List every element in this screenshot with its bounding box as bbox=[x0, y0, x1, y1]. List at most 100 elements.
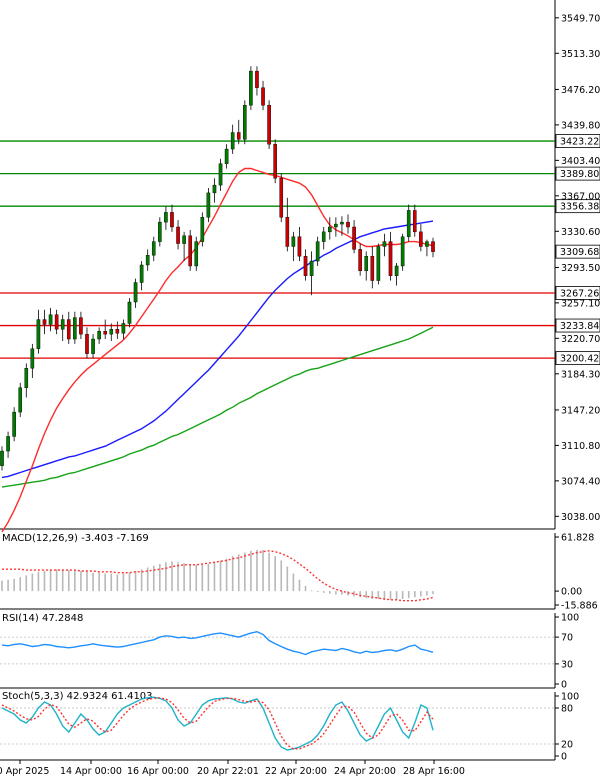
stoch-tick-label: 20 bbox=[561, 740, 573, 751]
price-tick-label: 3549.70 bbox=[561, 13, 600, 24]
chart-canvas: 3549.703513.303476.203439.803403.403367.… bbox=[0, 0, 600, 777]
candle-body bbox=[85, 333, 89, 354]
candle-body bbox=[230, 132, 235, 150]
rsi-tick-label: 30 bbox=[561, 659, 573, 670]
time-tick-label: 14 Apr 00:00 bbox=[60, 766, 122, 776]
candle-body bbox=[249, 70, 253, 106]
candle-body bbox=[188, 235, 192, 267]
candle-body bbox=[400, 236, 405, 267]
candle-body bbox=[91, 338, 95, 354]
candle-body bbox=[200, 217, 205, 242]
candle-body bbox=[303, 256, 308, 276]
candle-body bbox=[103, 331, 107, 335]
candle-body bbox=[236, 132, 241, 140]
price-level-labels: 3423.22 3389.80 3356.38 3267.26 3233.84 3200.… bbox=[555, 134, 600, 366]
candle-body bbox=[127, 301, 132, 324]
candle-body bbox=[412, 210, 417, 233]
rsi-tick-label: 70 bbox=[561, 633, 573, 644]
candle-body bbox=[60, 319, 65, 330]
macd-tick-label: 0.00 bbox=[561, 587, 582, 598]
candle-body bbox=[340, 221, 344, 225]
level-label: 3200.42 bbox=[560, 354, 599, 365]
time-tick-label: 16 Apr 00:00 bbox=[127, 766, 189, 776]
price-tick-label: 3220.70 bbox=[561, 334, 600, 345]
candle-body bbox=[73, 317, 77, 340]
candle-body bbox=[121, 323, 126, 334]
candle-body bbox=[364, 256, 369, 272]
candle-body bbox=[139, 264, 144, 283]
candle-body bbox=[6, 436, 10, 452]
candle-body bbox=[388, 241, 393, 276]
candle-body bbox=[12, 411, 16, 437]
candle-body bbox=[346, 221, 350, 228]
current-price-label: 3309.68 bbox=[560, 247, 599, 258]
candle-body bbox=[66, 319, 71, 340]
candle-body bbox=[309, 260, 314, 276]
candle-body bbox=[151, 241, 156, 256]
candle-body bbox=[48, 314, 53, 325]
candle-body bbox=[273, 143, 277, 179]
price-tick-label: 3293.50 bbox=[561, 263, 600, 274]
candle-body bbox=[431, 241, 435, 252]
macd-tick-label: -15.886 bbox=[561, 601, 598, 612]
candle-body bbox=[321, 231, 326, 242]
candle-body bbox=[182, 235, 186, 244]
candle-body bbox=[145, 255, 150, 266]
price-tick-label: 3184.30 bbox=[561, 369, 600, 380]
candle-body bbox=[376, 246, 381, 281]
candle-body bbox=[358, 249, 362, 272]
candle-body bbox=[315, 241, 320, 262]
price-tick-label: 3257.10 bbox=[561, 298, 600, 309]
macd-tick-label: 61.828 bbox=[561, 533, 594, 544]
chart-root: 3549.70 3513.30 3476.20 3439.80 3403.40 3367.… bbox=[0, 0, 600, 777]
price-tick-label: 3110.80 bbox=[561, 441, 600, 452]
rsi-label: RSI(14) 47.2848 bbox=[2, 613, 83, 624]
level-label: 3356.38 bbox=[560, 202, 599, 213]
level-label: 3423.22 bbox=[560, 137, 599, 148]
time-tick-label: 20 Apr 22:01 bbox=[197, 766, 259, 776]
stoch-tick-label: 80 bbox=[561, 704, 573, 715]
candle-body bbox=[212, 184, 217, 194]
rsi-tick-label: 0 bbox=[561, 680, 567, 691]
candle-body bbox=[425, 241, 429, 247]
stoch-label: Stoch(5,3,3) 42.9324 61.4103 bbox=[2, 691, 153, 702]
candle-body bbox=[164, 212, 168, 223]
time-tick-label: 24 Apr 20:00 bbox=[334, 766, 396, 776]
candle-body bbox=[382, 241, 387, 247]
price-tick-label: 3147.20 bbox=[561, 405, 600, 416]
level-label: 3233.84 bbox=[560, 321, 599, 332]
price-tick-label: 3513.30 bbox=[561, 49, 600, 60]
candle-body bbox=[0, 450, 4, 466]
candle-body bbox=[109, 329, 114, 335]
candle-body bbox=[54, 314, 59, 330]
candle-body bbox=[334, 223, 338, 228]
candle-body bbox=[115, 329, 120, 334]
candle-body bbox=[291, 236, 296, 247]
candle-body bbox=[36, 319, 41, 349]
price-tick-label: 3476.20 bbox=[561, 85, 600, 96]
candle-body bbox=[170, 212, 174, 228]
candle-body bbox=[370, 256, 375, 281]
candle-body bbox=[79, 317, 83, 335]
candle-body bbox=[297, 236, 302, 257]
candle-body bbox=[18, 387, 23, 413]
candle-body bbox=[267, 105, 271, 145]
macd-label: MACD(12,26,9) -3.403 -7.169 bbox=[2, 533, 149, 544]
candle-body bbox=[255, 70, 259, 88]
time-tick-label: 28 Apr 16:00 bbox=[403, 766, 465, 776]
level-label: 3389.80 bbox=[560, 169, 599, 180]
stoch-tick-label: 0 bbox=[561, 752, 567, 763]
candle-body bbox=[206, 192, 211, 218]
rsi-tick-label: 100 bbox=[561, 613, 579, 624]
candle-body bbox=[218, 163, 223, 186]
price-tick-label: 3330.60 bbox=[561, 227, 600, 238]
candle-body bbox=[224, 148, 229, 164]
candle-body bbox=[261, 87, 265, 106]
candle-body bbox=[30, 348, 35, 369]
candle-body bbox=[285, 217, 290, 247]
candle-body bbox=[279, 178, 284, 218]
candle-body bbox=[419, 231, 423, 247]
level-label: 3267.26 bbox=[560, 288, 599, 299]
candle-body bbox=[328, 226, 332, 233]
candle-body bbox=[42, 319, 47, 325]
